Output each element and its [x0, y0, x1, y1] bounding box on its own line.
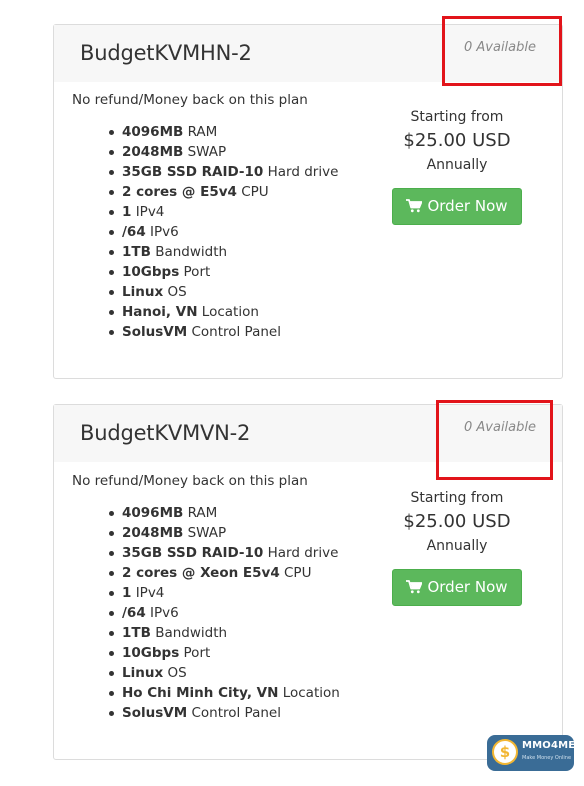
refund-note: No refund/Money back on this plan: [72, 473, 308, 489]
price: $25.00 USD: [403, 511, 511, 532]
feature-item: 2 cores @ Xeon E5v4 CPU: [109, 563, 340, 583]
feature-item: Linux OS: [109, 663, 340, 683]
order-now-label: Order Now: [427, 578, 508, 596]
price: $25.00 USD: [403, 130, 511, 151]
order-now-label: Order Now: [427, 197, 508, 215]
watermark-badge: $ MMO4ME Make Money Online: [487, 735, 574, 771]
feature-item: Linux OS: [108, 282, 338, 302]
feature-item: SolusVM Control Panel: [108, 322, 338, 342]
watermark-name: MMO4ME: [522, 740, 574, 751]
refund-note: No refund/Money back on this plan: [72, 92, 308, 108]
shopping-cart-icon: [406, 199, 423, 213]
shopping-cart-icon: [406, 580, 423, 594]
order-now-button[interactable]: Order Now: [392, 569, 522, 606]
feature-item: Hanoi, VN Location: [108, 302, 338, 322]
plan-title: BudgetKVMHN-2: [80, 41, 252, 65]
pricing-block: Starting from $25.00 USD Annually Order …: [392, 488, 522, 606]
feature-item: 35GB SSD RAID-10 Hard drive: [109, 545, 339, 561]
feature-item: Ho Chi Minh City, VN Location: [109, 685, 340, 701]
highlight-annotation-box: [436, 400, 553, 480]
billing-cycle: Annually: [426, 538, 488, 554]
feature-item: 10Gbps Port: [108, 262, 338, 282]
feature-item: /64 IPv6: [108, 222, 338, 242]
feature-item: 1 IPv4: [108, 202, 338, 222]
feature-list: 4096MB RAM 2048MB SWAP 35GB SSD RAID-10 …: [72, 503, 340, 723]
starting-from-label: Starting from: [410, 109, 504, 125]
feature-item: 2 cores @ E5v4 CPU: [108, 182, 338, 202]
feature-item: 10Gbps Port: [109, 643, 340, 663]
feature-item: 2048MB SWAP: [108, 142, 338, 162]
feature-item: 1 IPv4: [109, 583, 340, 603]
feature-item: 35GB SSD RAID-10 Hard drive: [108, 164, 339, 180]
feature-item: SolusVM Control Panel: [109, 703, 340, 723]
feature-item: 4096MB RAM: [109, 503, 340, 523]
feature-item: 2048MB SWAP: [109, 523, 340, 543]
dollar-coin-icon: $: [492, 739, 518, 765]
highlight-annotation-box: [442, 16, 562, 86]
pricing-block: Starting from $25.00 USD Annually Order …: [392, 107, 522, 225]
order-now-button[interactable]: Order Now: [392, 188, 522, 225]
watermark-tagline: Make Money Online: [522, 755, 572, 761]
feature-item: 1TB Bandwidth: [109, 623, 340, 643]
billing-cycle: Annually: [426, 157, 488, 173]
starting-from-label: Starting from: [410, 490, 504, 506]
feature-item: 4096MB RAM: [108, 122, 338, 142]
feature-list: 4096MB RAM 2048MB SWAP 35GB SSD RAID-10 …: [72, 122, 338, 342]
plan-title: BudgetKVMVN-2: [80, 421, 251, 445]
feature-item: 1TB Bandwidth: [108, 242, 338, 262]
feature-item: /64 IPv6: [109, 603, 340, 623]
